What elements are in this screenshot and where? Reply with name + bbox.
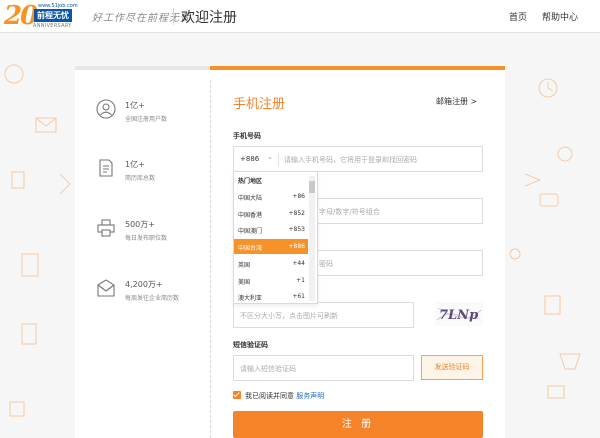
- send-sms-button[interactable]: 发送验证码: [421, 355, 483, 380]
- region-name: 中国香港: [238, 212, 263, 219]
- nav-home-link[interactable]: 首页: [509, 10, 527, 23]
- stat-value: 1亿+: [125, 101, 145, 110]
- nav-help-link[interactable]: 帮助中心: [542, 10, 578, 23]
- dropdown-item[interactable]: 中国大陆 +86: [234, 189, 308, 204]
- country-code-separator: [278, 153, 279, 167]
- stat-desc: 简历库总数: [125, 175, 156, 182]
- slogan: 好工作尽在前程无忧: [92, 13, 191, 24]
- header-separator: [173, 8, 174, 25]
- phone-placeholder: 请输入手机号码，它将用于登录和找回密码: [284, 156, 417, 164]
- phone-input[interactable]: +886 ⌄ 请输入手机号码，它将用于登录和找回密码: [233, 146, 483, 172]
- region-code: +44: [292, 260, 305, 267]
- region-name: 英国: [238, 262, 251, 269]
- card-top-bar-right: [210, 66, 505, 70]
- region-code: +852: [288, 210, 305, 217]
- dropdown-header: 热门地区: [238, 178, 263, 185]
- page-title: 欢迎注册: [181, 10, 237, 26]
- region-name: 中国大陆: [238, 195, 263, 202]
- dropdown-item[interactable]: 美国 +1: [234, 273, 308, 288]
- email-register-link[interactable]: 邮箱注册 >: [436, 96, 477, 107]
- captcha-placeholder: 不区分大小写，点击图片可刷新: [240, 312, 338, 320]
- resume-doc-icon: [99, 159, 113, 177]
- sms-label: 短信验证码: [233, 341, 268, 349]
- logo-badge: 前程无忧: [34, 9, 72, 22]
- stat-value: 1亿+: [125, 160, 145, 169]
- captcha-image[interactable]: 7LNp: [435, 302, 483, 326]
- region-code: +886: [288, 243, 305, 250]
- dropdown-scrollbar[interactable]: [309, 176, 315, 301]
- region-code: +853: [288, 226, 305, 233]
- sms-placeholder: 请输入短信验证码: [240, 365, 296, 373]
- phone-label: 手机号码: [233, 132, 261, 140]
- stat-desc: 每日发布职位数: [125, 235, 168, 242]
- logo-20-mark: 20: [4, 1, 38, 31]
- scrollbar-thumb[interactable]: [309, 181, 315, 193]
- region-name: 中国台湾: [238, 245, 263, 252]
- dropdown-item[interactable]: 英国 +44: [234, 256, 308, 271]
- agree-checkbox[interactable]: [233, 391, 241, 399]
- dropdown-item[interactable]: 中国澳门 +853: [234, 222, 308, 237]
- register-button[interactable]: 注 册: [233, 411, 483, 438]
- chevron-down-icon[interactable]: ⌄: [267, 153, 273, 161]
- stat-value: 4,200万+: [125, 280, 163, 289]
- region-code: +86: [292, 193, 305, 200]
- stat-desc: 全国注册用户数: [125, 116, 168, 123]
- password-placeholder: 字母/数字/符号组合: [319, 208, 380, 216]
- top-header: 20 www.51job.com 前程无忧 ANNIVERSARY 好工作尽在前…: [0, 0, 600, 33]
- country-code-select[interactable]: +886: [240, 155, 259, 163]
- user-icon: [96, 99, 116, 119]
- region-code: +1: [296, 277, 305, 284]
- region-code: +61: [292, 293, 305, 300]
- stat-value: 500万+: [125, 220, 155, 229]
- form-title: 手机注册: [233, 97, 286, 112]
- agreement-row: 我已阅读并同意 服务声明: [233, 391, 324, 401]
- card-top-bar-left: [75, 66, 210, 70]
- printer-icon: [97, 219, 115, 237]
- country-code-dropdown: 热门地区 中国大陆 +86 中国香港 +852 中国澳门 +853 中国台湾 +…: [233, 171, 318, 304]
- service-statement-link[interactable]: 服务声明: [296, 392, 324, 400]
- dropdown-item[interactable]: 中国香港 +852: [234, 206, 308, 221]
- confirm-password-placeholder: 密码: [319, 260, 333, 268]
- site-logo[interactable]: 20 www.51job.com 前程无忧 ANNIVERSARY: [4, 1, 89, 32]
- region-name: 中国澳门: [238, 228, 263, 235]
- captcha-input[interactable]: 不区分大小写，点击图片可刷新: [233, 302, 414, 328]
- sms-code-input[interactable]: 请输入短信验证码: [233, 355, 414, 381]
- mail-icon: [97, 279, 115, 297]
- region-name: 澳大利亚: [238, 295, 263, 302]
- card-divider: [210, 80, 211, 438]
- dropdown-item[interactable]: 澳大利亚 +61: [234, 289, 308, 304]
- region-name: 美国: [238, 279, 251, 286]
- captcha-text: 7LNp: [439, 308, 478, 323]
- logo-anniversary: ANNIVERSARY: [33, 23, 72, 29]
- stat-desc: 每周发往企业简历数: [125, 295, 180, 302]
- agree-text: 我已阅读并同意: [245, 392, 294, 400]
- dropdown-item-selected[interactable]: 中国台湾 +886: [234, 239, 308, 254]
